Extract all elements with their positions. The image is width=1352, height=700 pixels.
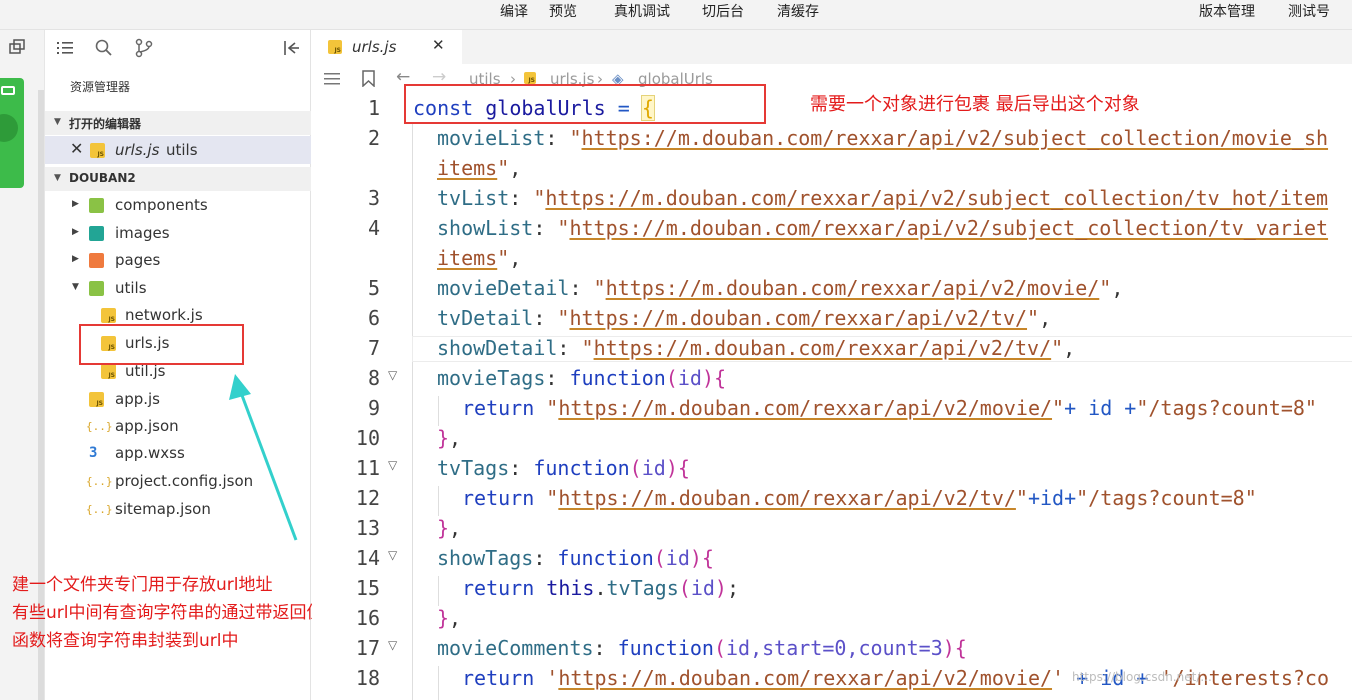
- explorer-title: 资源管理器: [70, 80, 131, 94]
- compile-button[interactable]: 编译: [500, 1, 528, 21]
- code-line[interactable]: 10 },: [312, 424, 1352, 454]
- fold-chevron-icon[interactable]: ▽: [388, 368, 397, 382]
- close-icon[interactable]: ✕: [70, 139, 83, 158]
- list-icon[interactable]: [57, 40, 73, 56]
- devtools-window: { "menu": { "compile": "编译", "preview": …: [0, 0, 1352, 700]
- fold-chevron-icon[interactable]: ▽: [388, 638, 397, 652]
- code-line[interactable]: 11 ▽ tvTags: function(id){: [312, 454, 1352, 484]
- clear-cache-button[interactable]: 清缓存: [777, 1, 819, 21]
- fold-chevron-icon[interactable]: ▽: [388, 458, 397, 472]
- code-line[interactable]: 13 },: [312, 514, 1352, 544]
- code-line[interactable]: 9 return "https://m.douban.com/rexxar/ap…: [312, 394, 1352, 424]
- close-icon[interactable]: ✕: [432, 36, 445, 54]
- bookmark-icon[interactable]: [362, 70, 375, 87]
- open-editors-section[interactable]: ▼ 打开的编辑器: [45, 111, 311, 135]
- open-editor-item[interactable]: ✕ urls.js utils: [45, 136, 311, 164]
- code-line[interactable]: 7 showDetail: "https://m.douban.com/rexx…: [312, 334, 1352, 364]
- tree-item-images[interactable]: ▶ images: [45, 222, 311, 246]
- fold-chevron-icon[interactable]: ▽: [388, 548, 397, 562]
- tree-item-pages[interactable]: ▶ pages: [45, 249, 311, 273]
- annotation-text: 函数将查询字符串封装到url中: [12, 631, 239, 651]
- annotation-arrow: [229, 374, 298, 541]
- editor-tabs: urls.js ✕: [312, 30, 1352, 64]
- test-account-button[interactable]: 测试号: [1288, 1, 1330, 21]
- code-line[interactable]: 3 tvList: "https://m.douban.com/rexxar/a…: [312, 184, 1352, 214]
- tree-item-utils[interactable]: ▼ utils: [45, 277, 311, 301]
- code-line-wrap[interactable]: items",: [312, 244, 1352, 274]
- window-copy-icon[interactable]: [9, 39, 27, 55]
- folder-icon: [89, 226, 104, 241]
- code-line[interactable]: 15 return this.tvTags(id);: [312, 574, 1352, 604]
- background-button[interactable]: 切后台: [702, 1, 744, 21]
- chevron-right-icon: ▶: [72, 199, 79, 209]
- chevron-right-icon: ▶: [72, 254, 79, 264]
- code-line[interactable]: 6 tvDetail: "https://m.douban.com/rexxar…: [312, 304, 1352, 334]
- avatar: [0, 114, 18, 142]
- preview-button[interactable]: 预览: [549, 1, 577, 21]
- chevron-down-icon: ▼: [72, 282, 79, 292]
- top-menu-bar: 编译 预览 真机调试 切后台 清缓存 版本管理 测试号: [0, 0, 1352, 30]
- js-file-icon: [101, 308, 116, 323]
- js-file-icon: [101, 364, 116, 379]
- code-line-wrap[interactable]: items",: [312, 154, 1352, 184]
- code-highlight-box: [404, 84, 766, 124]
- collapse-panel-icon[interactable]: [283, 39, 301, 57]
- tree-item-components[interactable]: ▶ components: [45, 194, 311, 218]
- explorer-toolbar: [45, 30, 311, 66]
- code-line[interactable]: 8 ▽ movieTags: function(id){: [312, 364, 1352, 394]
- json-file-icon: {..}: [86, 420, 113, 433]
- code-line[interactable]: 2 movieList: "https://m.douban.com/rexxa…: [312, 124, 1352, 154]
- code-line[interactable]: 16 },: [312, 604, 1352, 634]
- annotation-text: 需要一个对象进行包裹 最后导出这个对象: [810, 94, 1140, 115]
- list-icon[interactable]: [324, 72, 340, 86]
- folder-icon: [89, 253, 104, 268]
- real-device-debug-button[interactable]: 真机调试: [614, 1, 670, 21]
- css-file-icon: 3: [89, 445, 98, 461]
- chevron-right-icon: ▶: [72, 227, 79, 237]
- code-line[interactable]: 5 movieDetail: "https://m.douban.com/rex…: [312, 274, 1352, 304]
- json-file-icon: {..}: [86, 475, 113, 488]
- json-file-icon: {..}: [86, 503, 113, 516]
- chevron-down-icon: ▼: [54, 173, 61, 183]
- code-editor: urls.js ✕ ← → utils › urls.js › ◈ global…: [312, 30, 1352, 700]
- folder-open-icon: [89, 281, 104, 296]
- code-line[interactable]: 4 showList: "https://m.douban.com/rexxar…: [312, 214, 1352, 244]
- annotation-text: 有些url中间有查询字符串的通过带返回值的: [12, 603, 341, 623]
- tab-urls-js[interactable]: urls.js ✕: [312, 30, 462, 64]
- urls-file-highlight-box: [79, 324, 244, 365]
- code-line[interactable]: 12 return "https://m.douban.com/rexxar/a…: [312, 484, 1352, 514]
- js-file-icon: [89, 392, 104, 407]
- code-line[interactable]: 17 ▽ movieComments: function(id,start=0,…: [312, 634, 1352, 664]
- battery-icon: [1, 86, 15, 95]
- js-file-icon: [524, 72, 536, 84]
- simulator-preview[interactable]: [0, 78, 24, 188]
- code-line[interactable]: 14 ▽ showTags: function(id){: [312, 544, 1352, 574]
- annotation-text: 建一个文件夹专门用于存放url地址: [12, 575, 273, 595]
- project-section[interactable]: ▼ DOUBAN2: [45, 167, 311, 191]
- watermark: https://blog.csdn.net/...: [1072, 670, 1212, 684]
- chevron-down-icon: ▼: [54, 117, 61, 127]
- folder-icon: [89, 198, 104, 213]
- js-file-icon: [90, 143, 105, 158]
- search-icon[interactable]: [95, 39, 113, 57]
- version-manager-button[interactable]: 版本管理: [1199, 1, 1255, 21]
- js-file-icon: [328, 40, 342, 54]
- source-control-icon[interactable]: [135, 38, 153, 58]
